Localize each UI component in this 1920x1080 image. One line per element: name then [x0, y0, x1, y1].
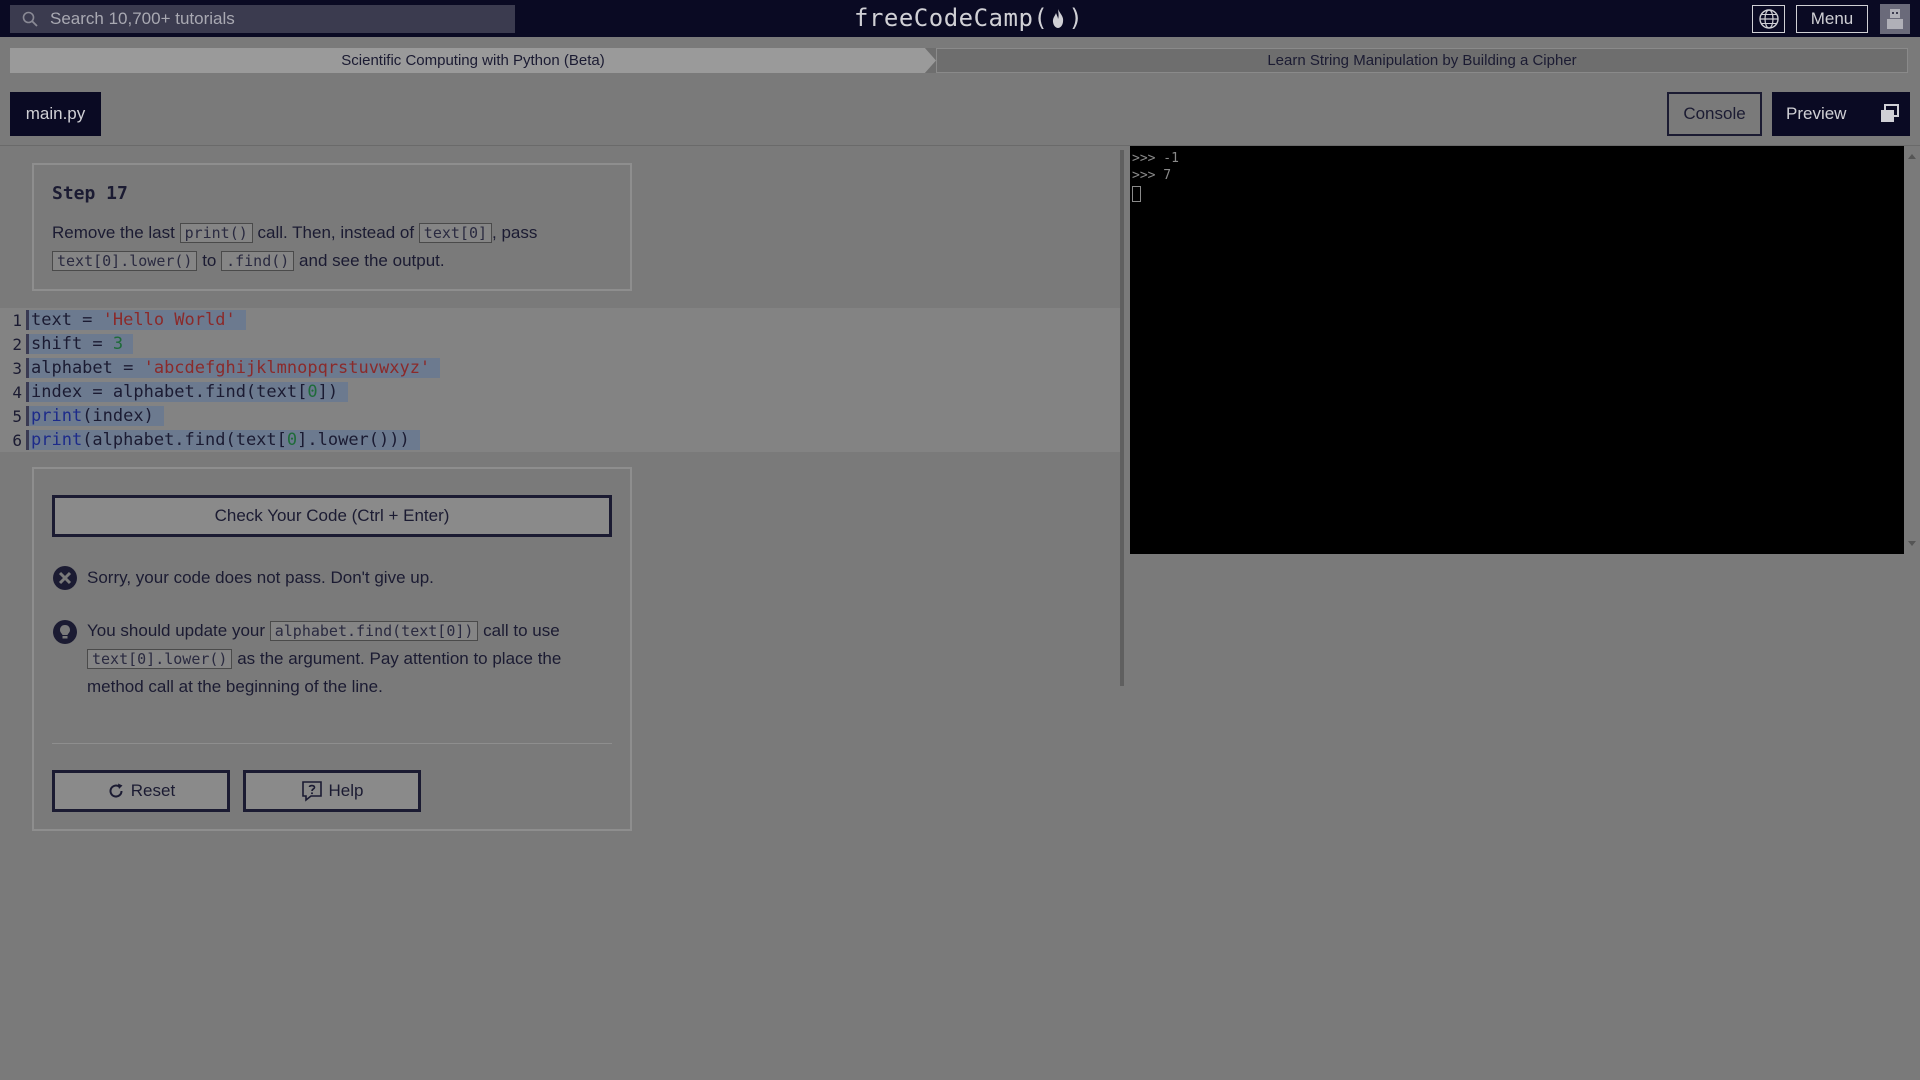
step-description: Step 17 Remove the last print() call. Th…: [32, 163, 632, 291]
search-input[interactable]: Search 10,700+ tutorials: [10, 5, 515, 33]
search-icon: [22, 11, 38, 27]
breadcrumb-block[interactable]: Learn String Manipulation by Building a …: [936, 48, 1908, 73]
inline-code: print(): [179, 223, 253, 243]
menu-button[interactable]: Menu: [1796, 5, 1868, 33]
avatar[interactable]: [1880, 4, 1910, 34]
divider: [52, 743, 612, 744]
help-icon: [301, 781, 322, 802]
instruction-text: call. Then, instead of: [252, 223, 419, 242]
flame-icon: [1053, 9, 1064, 28]
code-editor[interactable]: 1 text = 'Hello World' 2 shift = 3 3 alp…: [0, 308, 1120, 452]
reset-icon: [109, 783, 123, 798]
help-label: Help: [328, 781, 364, 800]
preview-button[interactable]: Preview: [1772, 92, 1910, 136]
code-text[interactable]: print(index): [26, 406, 164, 426]
test-panel: Check Your Code (Ctrl + Enter) Sorry, yo…: [32, 467, 632, 831]
code-line[interactable]: 2 shift = 3: [0, 332, 134, 356]
line-number: 3: [12, 358, 22, 378]
step-title: Step 17: [52, 183, 128, 204]
code-text[interactable]: alphabet = 'abcdefghijklmnopqrstuvwxyz': [26, 358, 441, 378]
inline-code: text[0]: [418, 223, 493, 243]
code-text[interactable]: shift = 3: [26, 334, 134, 354]
close-circle-icon: [53, 566, 77, 590]
reset-label: Reset: [130, 781, 176, 800]
breadcrumb-superblock[interactable]: Scientific Computing with Python (Beta): [10, 48, 936, 73]
lightbulb-icon: [53, 620, 77, 644]
hint-segment: You should update your: [87, 621, 270, 640]
instruction-text: and see the output.: [294, 251, 445, 270]
help-button[interactable]: Help: [243, 770, 421, 812]
scroll-down-icon[interactable]: [1908, 541, 1916, 546]
console-line: >>> -1: [1132, 151, 1179, 166]
line-number: 6: [12, 430, 22, 450]
inline-code: text[0].lower(): [52, 251, 198, 271]
line-number: 1: [12, 310, 22, 330]
popout-window-icon[interactable]: [1878, 102, 1902, 126]
code-line[interactable]: 1 text = 'Hello World': [0, 308, 246, 332]
scrollbar-thumb[interactable]: [1120, 150, 1124, 686]
console-output[interactable]: >>> -1 >>> 7: [1130, 146, 1904, 554]
code-text[interactable]: text = 'Hello World': [26, 310, 246, 330]
breadcrumb: Scientific Computing with Python (Beta) …: [10, 48, 1908, 73]
hint-segment: call to use: [478, 621, 560, 640]
globe-icon: [1758, 9, 1779, 29]
reset-button[interactable]: Reset: [52, 770, 230, 812]
fail-message: Sorry, your code does not pass. Don't gi…: [87, 568, 434, 587]
site-logo[interactable]: freeCodeCamp( ): [854, 3, 1083, 33]
scroll-up-icon[interactable]: [1908, 154, 1916, 159]
check-code-button[interactable]: Check Your Code (Ctrl + Enter): [52, 495, 612, 537]
inline-code: text[0].lower(): [87, 649, 233, 669]
hint-text: You should update your alphabet.find(tex…: [87, 617, 612, 701]
code-line[interactable]: 5 print(index): [0, 404, 164, 428]
test-result: Sorry, your code does not pass. Don't gi…: [52, 565, 434, 591]
logo-text: freeCodeCamp(: [854, 4, 1049, 32]
line-number: 4: [12, 382, 22, 402]
top-nav: Search 10,700+ tutorials freeCodeCamp( )…: [0, 0, 1920, 37]
console-scrollbar[interactable]: [1904, 146, 1920, 554]
preview-label: Preview: [1786, 104, 1847, 123]
code-line[interactable]: 3 alphabet = 'abcdefghijklmnopqrstuvwxyz…: [0, 356, 441, 380]
line-number: 2: [12, 334, 22, 354]
user-avatar-icon: [1887, 9, 1903, 29]
logo-text-end: ): [1068, 4, 1084, 32]
code-line[interactable]: 4 index = alphabet.find(text[0]): [0, 380, 349, 404]
tab-main-py[interactable]: main.py: [10, 92, 101, 136]
instruction-text: , pass: [492, 223, 538, 242]
code-text[interactable]: print(alphabet.find(text[0].lower())): [26, 430, 420, 450]
inline-code: .find(): [221, 251, 295, 271]
instruction-text: Remove the last: [52, 223, 180, 242]
code-text[interactable]: index = alphabet.find(text[0]): [26, 382, 349, 402]
hint: You should update your alphabet.find(tex…: [52, 617, 612, 701]
step-instructions: Remove the last print() call. Then, inst…: [52, 219, 612, 275]
line-number: 5: [12, 406, 22, 426]
language-button[interactable]: [1752, 5, 1785, 33]
search-placeholder: Search 10,700+ tutorials: [50, 9, 235, 28]
instruction-text: to: [197, 251, 222, 270]
console-button[interactable]: Console: [1667, 92, 1762, 136]
console-cursor: [1132, 186, 1141, 202]
code-line[interactable]: 6 print(alphabet.find(text[0].lower())): [0, 428, 420, 452]
console-line: >>> 7: [1132, 168, 1172, 183]
inline-code: alphabet.find(text[0]): [269, 621, 479, 641]
